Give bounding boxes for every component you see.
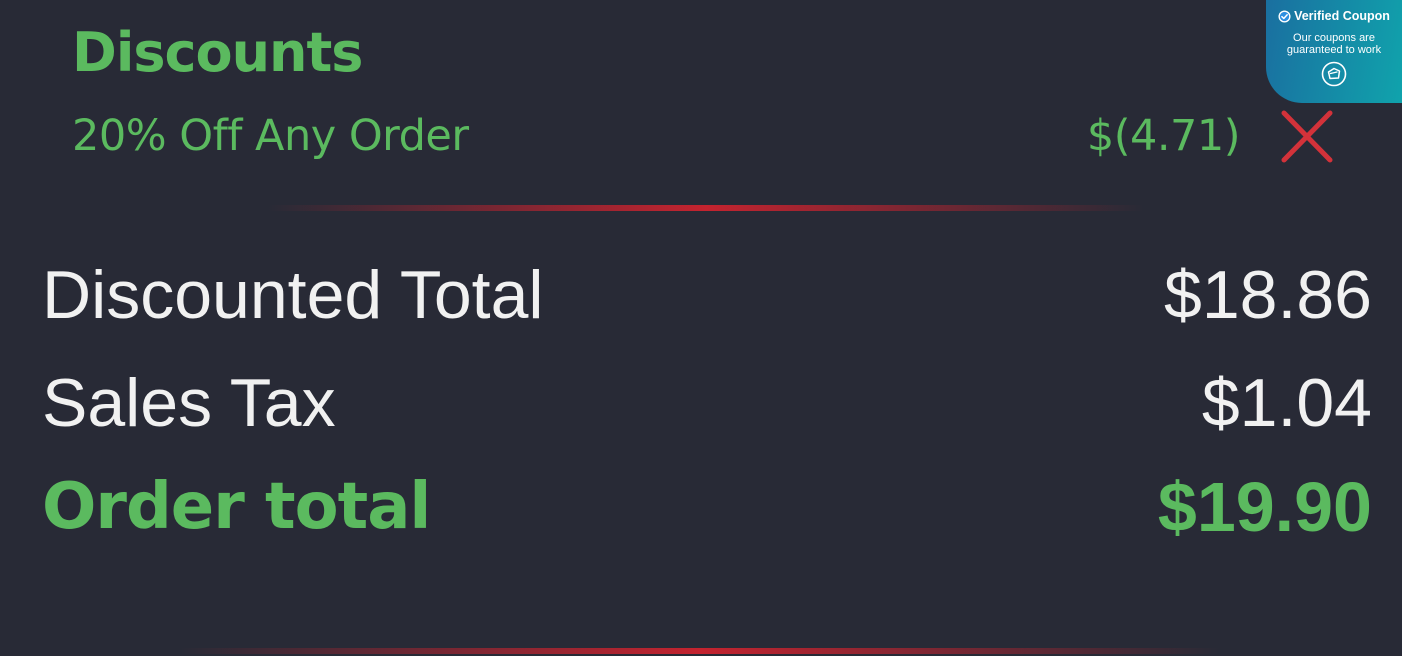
sales-tax-value: $1.04 xyxy=(1201,365,1372,441)
bottom-divider xyxy=(180,648,1220,654)
badge-subtitle: Our coupons are guaranteed to work xyxy=(1286,32,1382,56)
badge-title: Verified Coupon xyxy=(1294,9,1390,23)
order-total-row: Order total $19.90 xyxy=(42,467,1372,547)
section-divider xyxy=(268,205,1144,211)
order-total-value: $19.90 xyxy=(1157,468,1372,546)
check-circle-icon xyxy=(1278,9,1291,23)
remove-discount-button[interactable] xyxy=(1280,110,1334,164)
discounted-total-row: Discounted Total $18.86 xyxy=(42,255,1372,335)
badge-title-row: Verified Coupon xyxy=(1266,9,1402,23)
discounted-total-label: Discounted Total xyxy=(42,257,544,333)
order-total-label: Order total xyxy=(42,470,431,544)
brand-logo-icon xyxy=(1321,61,1347,87)
discount-row: 20% Off Any Order $(4.71) xyxy=(72,104,1334,168)
sales-tax-row: Sales Tax $1.04 xyxy=(42,363,1372,443)
sales-tax-label: Sales Tax xyxy=(42,365,336,441)
discounted-total-value: $18.86 xyxy=(1164,257,1372,333)
discount-name: 20% Off Any Order xyxy=(72,111,469,161)
discounts-heading: Discounts xyxy=(72,21,363,84)
discount-amount: $(4.71) xyxy=(1086,111,1241,161)
close-x-icon xyxy=(1281,110,1333,163)
verified-coupon-badge[interactable]: Verified Coupon Our coupons are guarante… xyxy=(1266,0,1402,103)
